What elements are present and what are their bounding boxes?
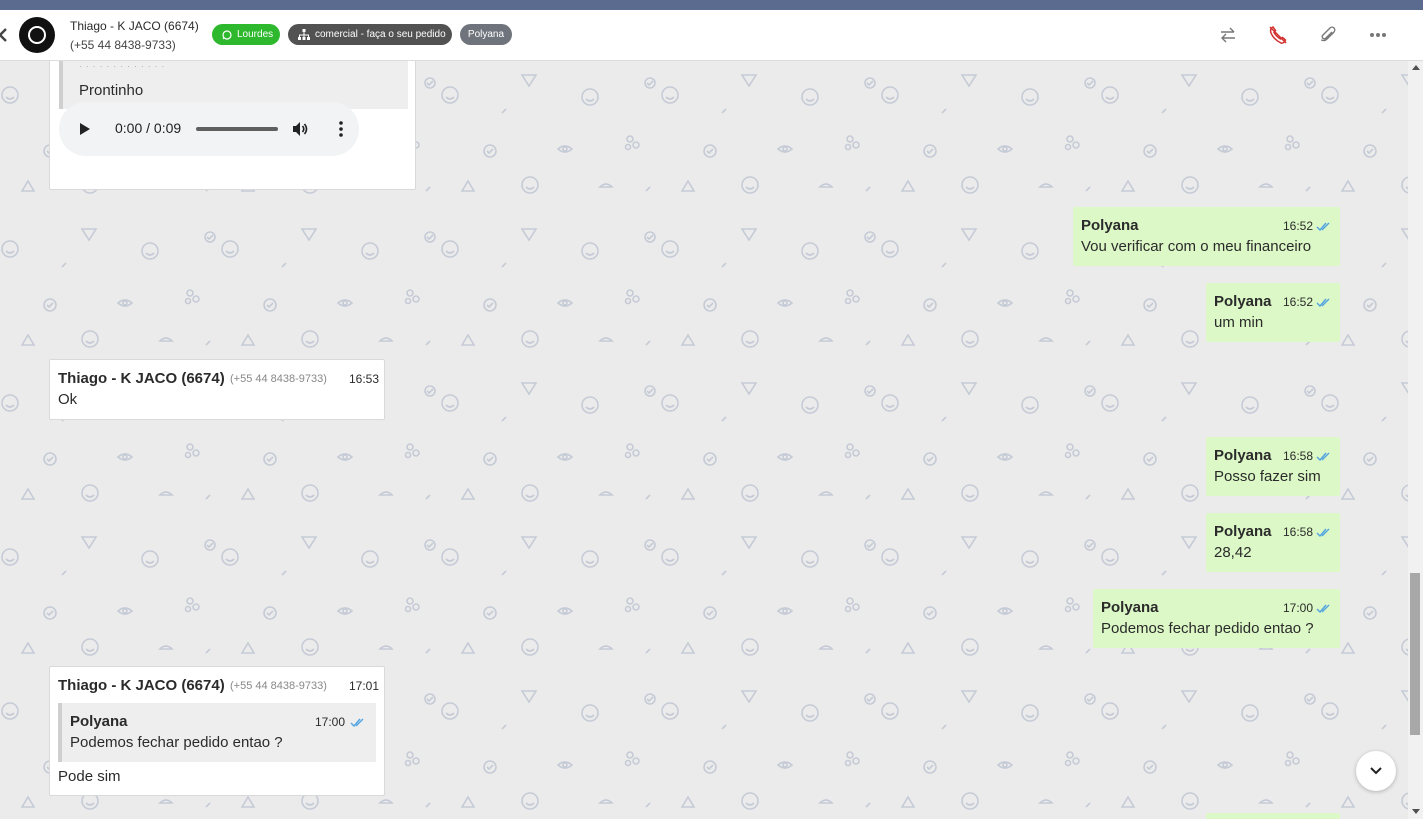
message-text: um min: [1214, 314, 1264, 331]
chevron-down-icon: [1370, 767, 1382, 775]
quoted-message-text: Podemos fechar pedido entao ?: [70, 734, 283, 751]
connection-badge: Lourdes: [212, 24, 280, 45]
message-bubble-outgoing[interactable]: [1206, 813, 1340, 819]
message-bubble-incoming[interactable]: · · · · · · · · · · · · · Prontinho 0:00…: [49, 61, 416, 190]
quoted-message-text: Prontinho: [79, 82, 144, 99]
queue-badge-label: comercial - faça o seu pedido: [315, 29, 446, 40]
read-ticks-icon: [1316, 298, 1330, 307]
message-sender-phone: (+55 44 8438-9733): [230, 373, 327, 385]
message-time: 16:52: [1283, 219, 1314, 233]
message-sender: Polyana: [1081, 217, 1139, 234]
message-text: Vou verificar com o meu financeiro: [1081, 238, 1312, 255]
message-time: 16:53: [349, 372, 380, 386]
message-list[interactable]: · · · · · · · · · · · · · Prontinho 0:00…: [0, 61, 1408, 819]
message-time: 16:52: [1283, 295, 1314, 309]
quoted-message-sender: Polyana: [70, 713, 128, 730]
message-bubble-outgoing[interactable]: Polyana 16:52 um min: [1206, 283, 1340, 342]
scroll-to-bottom-button[interactable]: [1356, 751, 1396, 791]
company-logo-icon: [28, 26, 46, 44]
message-bubble-incoming[interactable]: Thiago - K JACO (6674) (+55 44 8438-9733…: [49, 359, 385, 420]
scroll-up-arrow-icon[interactable]: [1412, 65, 1420, 70]
message-bubble-outgoing[interactable]: Polyana 16:52 Vou verificar com o meu fi…: [1073, 207, 1340, 266]
message-sender: Thiago - K JACO (6674): [58, 370, 225, 387]
chat-header: Thiago - K JACO (6674) (+55 44 8438-9733…: [0, 10, 1423, 61]
avatar[interactable]: [19, 17, 55, 53]
message-bubble-outgoing[interactable]: Polyana 16:58 Posso fazer sim: [1206, 437, 1340, 496]
more-vertical-icon[interactable]: [339, 121, 343, 137]
read-ticks-icon: [1316, 222, 1330, 231]
paperclip-icon: [1320, 26, 1336, 42]
connection-badge-label: Lourdes: [237, 29, 274, 40]
scrollbar-thumb[interactable]: [1410, 573, 1420, 735]
message-sender: Thiago - K JACO (6674): [58, 677, 225, 694]
message-text: 28,42: [1214, 544, 1252, 561]
transfer-button[interactable]: [1216, 24, 1240, 46]
end-call-icon: [1269, 26, 1287, 44]
read-ticks-icon: [1316, 452, 1330, 461]
vertical-scrollbar[interactable]: [1408, 61, 1423, 819]
message-time: 17:01: [349, 679, 380, 693]
message-bubble-incoming[interactable]: Thiago - K JACO (6674) (+55 44 8438-9733…: [49, 666, 385, 796]
end-call-button[interactable]: [1266, 24, 1290, 46]
audio-time: 0:00 / 0:09: [115, 120, 182, 136]
message-text: Posso fazer sim: [1214, 468, 1321, 485]
transfer-icon: [1221, 27, 1235, 43]
message-sender: Polyana: [1101, 599, 1159, 616]
play-icon[interactable]: [79, 122, 91, 136]
message-sender: Polyana: [1214, 523, 1272, 540]
scroll-down-arrow-icon[interactable]: [1412, 809, 1420, 814]
user-badge-label: Polyana: [467, 29, 505, 40]
back-chevron-icon[interactable]: [0, 24, 12, 46]
quoted-message-time: 17:00: [315, 715, 346, 729]
quoted-cutoff-text: · · · · · · · · · · · · ·: [79, 62, 166, 71]
message-text: Ok: [58, 391, 78, 408]
contact-name[interactable]: Thiago - K JACO (6674): [70, 19, 199, 33]
read-ticks-icon: [1316, 528, 1330, 537]
read-ticks-icon: [1316, 604, 1330, 613]
volume-icon[interactable]: [291, 120, 309, 138]
audio-player[interactable]: 0:00 / 0:09: [59, 102, 359, 156]
read-ticks-icon: [350, 718, 364, 727]
message-time: 16:58: [1283, 525, 1314, 539]
attach-button[interactable]: [1316, 24, 1340, 46]
message-time: 16:58: [1283, 449, 1314, 463]
message-text: Podemos fechar pedido entao ?: [1101, 620, 1314, 637]
more-options-button[interactable]: [1366, 24, 1390, 46]
queue-badge: comercial - faça o seu pedido: [288, 24, 452, 45]
message-bubble-outgoing[interactable]: Polyana 16:58 28,42: [1206, 513, 1340, 572]
message-text: Pode sim: [58, 768, 121, 785]
whatsapp-icon: [222, 29, 232, 40]
sitemap-icon: [298, 29, 310, 40]
contact-phone: (+55 44 8438-9733): [70, 38, 176, 52]
message-sender: Polyana: [1214, 293, 1272, 310]
audio-seek-slider[interactable]: [196, 127, 278, 131]
message-sender: Polyana: [1214, 447, 1272, 464]
message-time: 17:00: [1283, 601, 1314, 615]
quoted-message[interactable]: Polyana 17:00 Podemos fechar pedido enta…: [58, 703, 376, 762]
message-bubble-outgoing[interactable]: Polyana 17:00 Podemos fechar pedido enta…: [1093, 589, 1340, 648]
window-top-strip: [0, 0, 1423, 10]
more-icon: [1370, 33, 1386, 37]
user-badge: Polyana: [460, 24, 512, 45]
message-sender-phone: (+55 44 8438-9733): [230, 680, 327, 692]
